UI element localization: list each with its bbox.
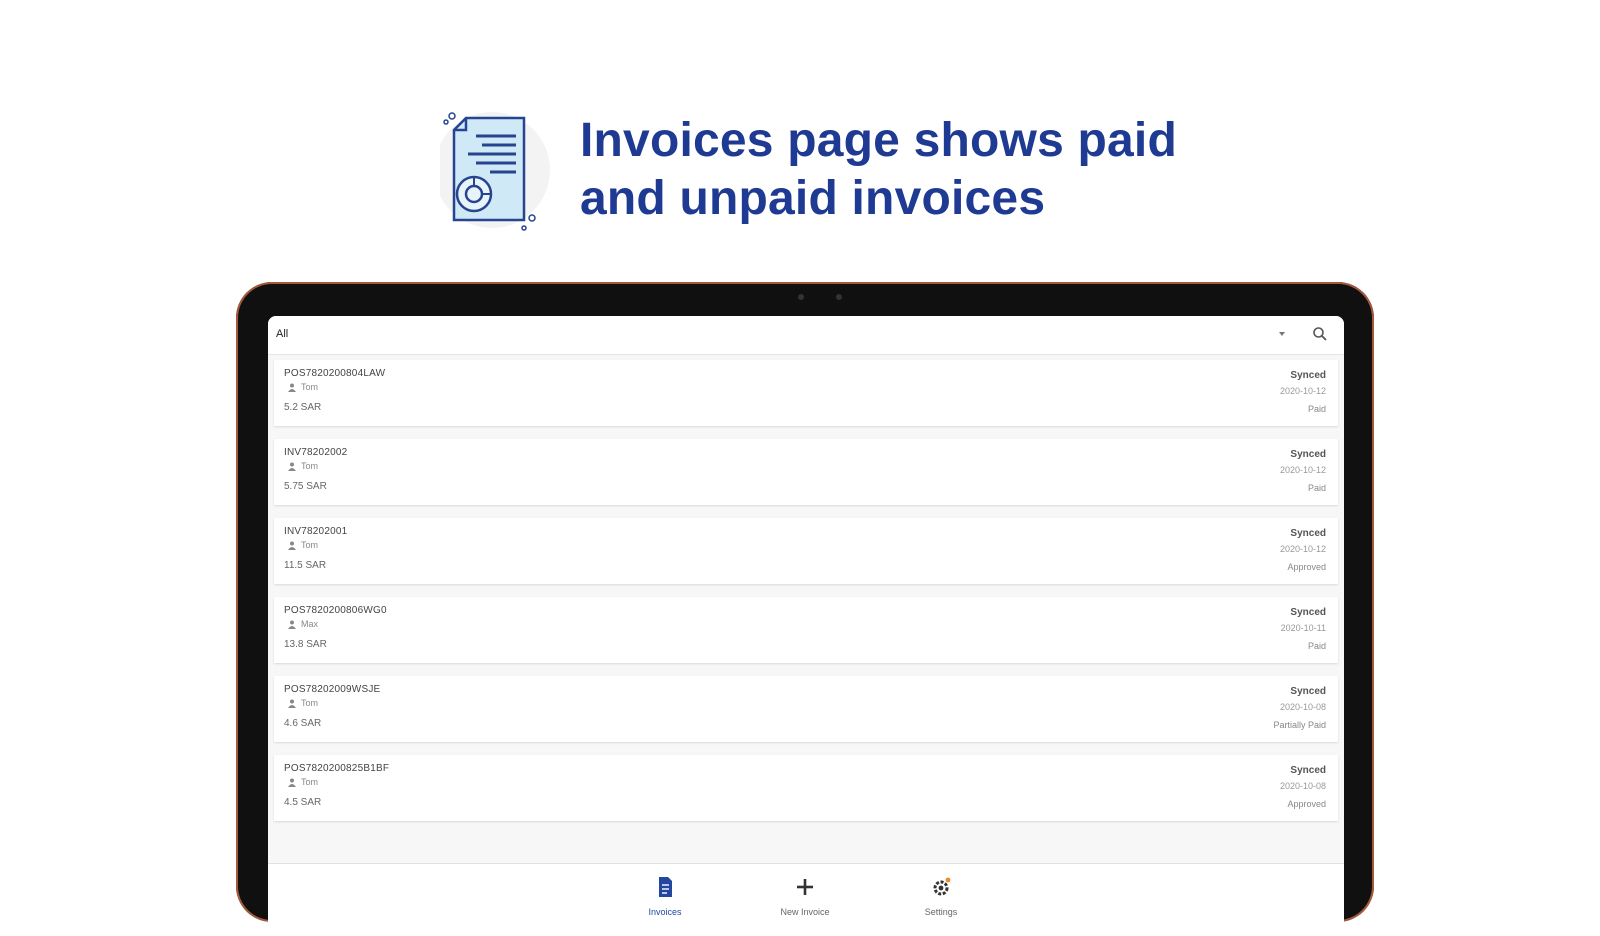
person-icon — [288, 383, 296, 392]
invoice-payment-status: Approved — [1287, 799, 1326, 809]
gear-icon — [933, 877, 951, 896]
sensor-dot — [836, 294, 842, 300]
invoice-sync-status: Synced — [1290, 370, 1326, 381]
invoice-number: POS7820200825B1BF — [284, 763, 390, 774]
nav-invoices-label: Invoices — [648, 907, 682, 917]
chevron-down-icon[interactable] — [1276, 329, 1288, 339]
invoice-payment-status: Paid — [1307, 483, 1326, 493]
person-icon — [288, 462, 296, 471]
invoice-date: 2020-10-12 — [1279, 386, 1326, 396]
invoice-amount: 4.6 SAR — [284, 718, 322, 729]
invoice-amount: 5.75 SAR — [284, 481, 327, 492]
nav-settings[interactable]: Settings — [896, 876, 986, 920]
person-icon — [288, 620, 296, 629]
invoice-payment-status: Paid — [1307, 404, 1326, 414]
nav-new-invoice-label: New Invoice — [780, 907, 830, 917]
invoice-row[interactable]: POS78202009WSJE Tom 4.6 SAR Synced 2020-… — [274, 676, 1338, 742]
invoice-payment-status: Partially Paid — [1273, 720, 1326, 730]
invoice-document-icon — [440, 112, 550, 231]
invoice-list: POS7820200804LAW Tom 5.2 SAR Synced 2020… — [274, 360, 1338, 834]
invoice-date: 2020-10-12 — [1279, 544, 1326, 554]
nav-new-invoice[interactable]: New Invoice — [760, 876, 850, 920]
camera-dot — [798, 294, 804, 300]
person-icon — [288, 699, 296, 708]
invoice-date: 2020-10-08 — [1279, 702, 1326, 712]
invoice-row[interactable]: POS7820200825B1BF Tom 4.5 SAR Synced 202… — [274, 755, 1338, 821]
invoice-sync-status: Synced — [1290, 607, 1326, 618]
invoice-user: Tom — [288, 382, 318, 392]
invoice-date: 2020-10-11 — [1280, 623, 1326, 633]
app-screen: All POS7820200804LAW Tom 5.2 SAR Synced … — [268, 316, 1344, 936]
filter-select[interactable]: All — [276, 328, 288, 340]
invoice-user-name: Tom — [301, 461, 319, 471]
page-headline: Invoices page shows paid and unpaid invo… — [580, 112, 1340, 228]
invoice-number: INV78202002 — [284, 447, 348, 458]
invoice-user: Tom — [288, 698, 318, 708]
invoice-row[interactable]: INV78202001 Tom 11.5 SAR Synced 2020-10-… — [274, 518, 1338, 584]
invoice-sync-status: Synced — [1290, 449, 1326, 460]
search-icon[interactable] — [1312, 326, 1328, 342]
headline-line-2: and unpaid invoices — [580, 172, 1046, 225]
invoice-number: POS7820200806WG0 — [284, 605, 387, 616]
invoice-user: Tom — [288, 540, 318, 550]
invoice-number: POS7820200804LAW — [284, 368, 386, 379]
invoice-payment-status: Paid — [1307, 641, 1326, 651]
invoice-user: Max — [288, 619, 318, 629]
invoice-user-name: Tom — [301, 698, 319, 708]
invoice-row[interactable]: POS7820200804LAW Tom 5.2 SAR Synced 2020… — [274, 360, 1338, 426]
invoice-amount: 11.5 SAR — [284, 560, 327, 571]
invoice-row[interactable]: POS7820200806WG0 Max 13.8 SAR Synced 202… — [274, 597, 1338, 663]
headline-line-1: Invoices page shows paid — [580, 114, 1177, 167]
invoice-icon — [659, 877, 672, 897]
invoice-amount: 4.5 SAR — [284, 797, 322, 808]
invoice-date: 2020-10-12 — [1279, 465, 1326, 475]
invoice-amount: 5.2 SAR — [284, 402, 322, 413]
invoice-amount: 13.8 SAR — [284, 639, 327, 650]
plus-icon — [797, 879, 813, 895]
person-icon — [288, 541, 296, 550]
invoice-user-name: Max — [301, 619, 319, 629]
tablet-frame: All POS7820200804LAW Tom 5.2 SAR Synced … — [236, 282, 1374, 936]
invoice-user: Tom — [288, 777, 318, 787]
invoice-row[interactable]: INV78202002 Tom 5.75 SAR Synced 2020-10-… — [274, 439, 1338, 505]
invoice-payment-status: Approved — [1287, 562, 1326, 572]
invoice-sync-status: Synced — [1290, 765, 1326, 776]
invoice-sync-status: Synced — [1290, 528, 1326, 539]
invoice-user-name: Tom — [301, 540, 319, 550]
invoice-number: POS78202009WSJE — [284, 684, 381, 695]
invoice-user-name: Tom — [301, 382, 319, 392]
invoice-sync-status: Synced — [1290, 686, 1326, 697]
person-icon — [288, 778, 296, 787]
nav-invoices[interactable]: Invoices — [620, 876, 710, 920]
nav-settings-label: Settings — [924, 907, 958, 917]
invoice-number: INV78202001 — [284, 526, 348, 537]
invoice-user: Tom — [288, 461, 318, 471]
invoice-date: 2020-10-08 — [1279, 781, 1326, 791]
filter-bar: All — [268, 316, 1344, 355]
invoice-user-name: Tom — [301, 777, 319, 787]
